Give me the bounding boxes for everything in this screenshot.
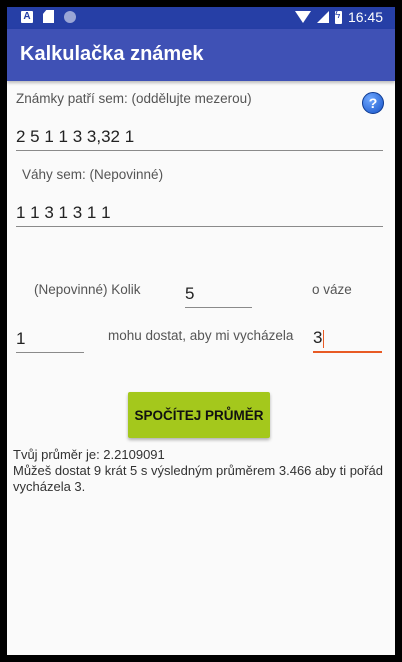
weight-input[interactable]: 1 — [16, 329, 84, 353]
can-get-label: mohu dostat, aby mi vycházela — [108, 328, 294, 343]
target-average-input[interactable]: 3 — [313, 328, 382, 353]
calculate-button[interactable]: SPOČÍTEJ PRŮMĚR — [128, 392, 270, 438]
result-message: Můžeš dostat 9 krát 5 s výsledným průměr… — [13, 463, 383, 494]
circle-icon — [64, 10, 76, 23]
grade-count-input[interactable]: 5 — [185, 284, 252, 308]
target-average-value: 3 — [313, 328, 323, 347]
battery-charging-icon — [334, 10, 342, 24]
grades-label: Známky patří sem: (oddělujte mezerou) — [16, 91, 252, 106]
weights-input[interactable]: 1 1 3 1 3 1 1 — [16, 203, 383, 227]
app-title: Kalkulačka známek — [20, 43, 204, 65]
help-icon[interactable]: ? — [362, 92, 384, 114]
weight-label: o váze — [312, 282, 352, 297]
app-screen: A 16:45 Kalkulačka známek Známky patří s… — [7, 7, 395, 655]
signal-icon — [316, 11, 329, 23]
text-caret — [323, 329, 325, 348]
grades-input[interactable]: 2 5 1 1 3 3,32 1 — [16, 127, 383, 151]
status-time: 16:45 — [347, 9, 383, 25]
app-bar: Kalkulačka známek — [7, 29, 395, 81]
average-result: Tvůj průměr je: 2.2109091 — [13, 447, 165, 462]
wifi-icon — [294, 11, 311, 23]
notification-a-icon: A — [21, 10, 33, 23]
how-many-label: (Nepovinné) Kolik — [34, 282, 141, 297]
status-bar: A 16:45 — [7, 7, 395, 29]
weights-label: Váhy sem: (Nepovinné) — [22, 167, 164, 182]
sd-card-icon — [43, 10, 54, 23]
